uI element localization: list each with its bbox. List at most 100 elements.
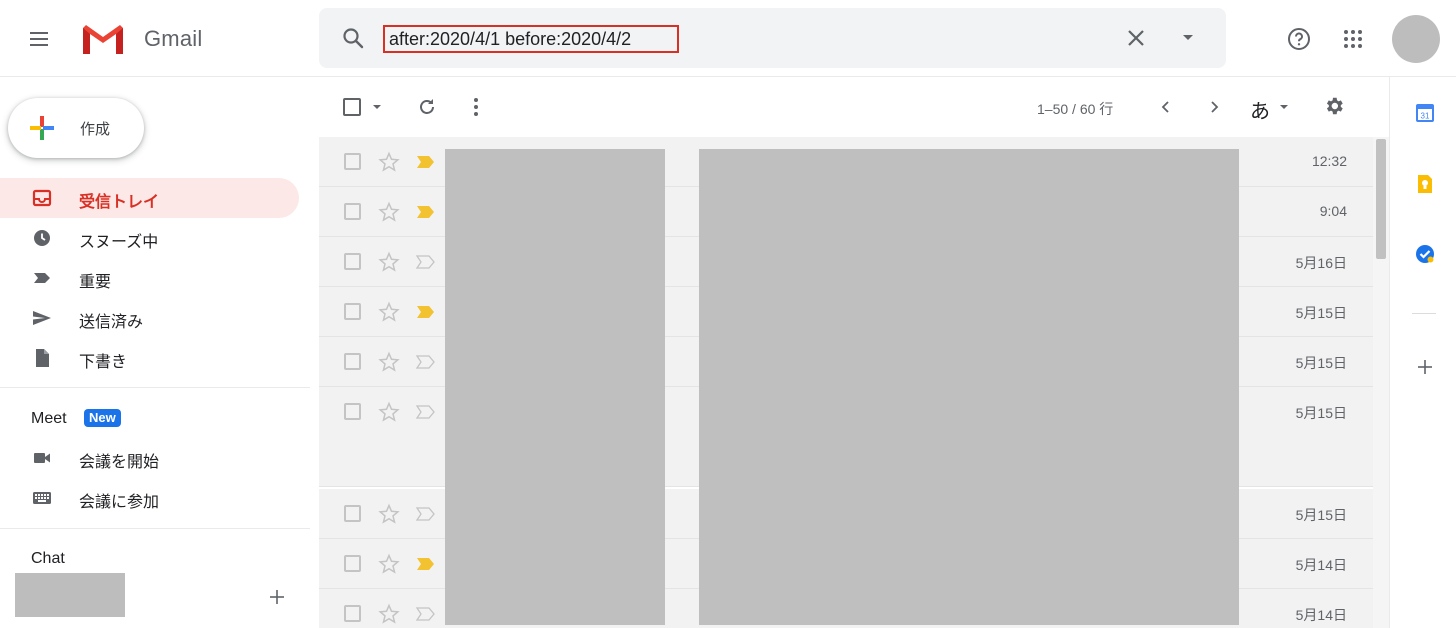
account-avatar[interactable] — [1392, 15, 1440, 63]
tasks-icon[interactable] — [1414, 243, 1436, 265]
email-date: 5月16日 — [1295, 255, 1347, 271]
email-date: 5月15日 — [1295, 507, 1347, 523]
star-icon[interactable] — [378, 503, 400, 525]
sidebar-item-sent[interactable]: 送信済み — [0, 298, 299, 338]
search-icon[interactable] — [341, 26, 365, 50]
email-checkbox[interactable] — [344, 253, 361, 270]
email-date: 5月15日 — [1295, 355, 1347, 371]
send-icon — [32, 308, 52, 328]
chat-user-redacted[interactable] — [15, 573, 125, 617]
add-chat-icon[interactable] — [268, 588, 286, 606]
scrollbar-thumb[interactable] — [1376, 139, 1386, 259]
side-panel: 31 — [1389, 77, 1456, 628]
more-options-icon[interactable] — [466, 96, 486, 118]
compose-plus-icon — [30, 116, 54, 140]
email-checkbox[interactable] — [344, 555, 361, 572]
star-icon[interactable] — [378, 151, 400, 173]
star-icon[interactable] — [378, 301, 400, 323]
important-marker-icon[interactable] — [415, 254, 437, 270]
sidebar-item-snoozed[interactable]: スヌーズ中 — [0, 218, 299, 258]
search-input[interactable] — [389, 28, 677, 50]
star-icon[interactable] — [378, 351, 400, 373]
important-icon — [32, 268, 52, 288]
search-query-box[interactable] — [383, 25, 679, 53]
sidebar-item-label: 受信トレイ — [79, 194, 160, 211]
email-list-scrollbar[interactable] — [1373, 137, 1389, 628]
input-tools-button[interactable]: あ — [1250, 95, 1270, 124]
gmail-logo[interactable]: Gmail — [80, 22, 202, 56]
compose-label: 作成 — [80, 121, 111, 138]
pagination-count: 1–50 / 60 行 — [1037, 101, 1114, 117]
calendar-day-number: 31 — [1421, 112, 1430, 121]
apps-grid-icon[interactable] — [1343, 29, 1363, 49]
important-marker-icon[interactable] — [415, 204, 437, 220]
important-marker-icon[interactable] — [415, 354, 437, 370]
important-marker-icon[interactable] — [415, 556, 437, 572]
sidebar-item-drafts[interactable]: 下書き — [0, 338, 299, 378]
email-date: 5月14日 — [1295, 557, 1347, 573]
top-bar: Gmail — [0, 0, 1456, 77]
search-options-dropdown-icon[interactable] — [1183, 35, 1193, 40]
keyboard-icon — [32, 488, 52, 508]
meet-section-title: Meet — [31, 410, 67, 427]
meet-item-label: 会議を開始 — [79, 454, 160, 471]
meet-join-meeting[interactable]: 会議に参加 — [0, 478, 299, 518]
app-name: Gmail — [144, 26, 203, 51]
select-dropdown-icon[interactable] — [373, 105, 381, 109]
draft-icon — [32, 348, 52, 368]
settings-gear-icon[interactable] — [1323, 95, 1345, 117]
clear-search-icon[interactable] — [1125, 27, 1147, 49]
search-bar[interactable] — [319, 8, 1226, 68]
help-icon[interactable] — [1287, 27, 1311, 51]
calendar-icon[interactable]: 31 — [1414, 102, 1436, 124]
email-checkbox[interactable] — [344, 605, 361, 622]
star-icon[interactable] — [378, 251, 400, 273]
email-date: 9:04 — [1319, 203, 1347, 219]
star-icon[interactable] — [378, 201, 400, 223]
main-menu-button[interactable] — [26, 23, 58, 55]
email-date: 12:32 — [1311, 153, 1347, 169]
new-badge: New — [84, 409, 121, 427]
input-tools-dropdown-icon[interactable] — [1280, 105, 1288, 109]
meet-item-label: 会議に参加 — [79, 494, 160, 511]
next-page-icon[interactable] — [1204, 96, 1224, 118]
important-marker-icon[interactable] — [415, 304, 437, 320]
star-icon[interactable] — [378, 401, 400, 423]
email-date: 5月15日 — [1295, 305, 1347, 321]
video-icon — [32, 448, 52, 468]
refresh-icon[interactable] — [416, 96, 438, 118]
email-checkbox[interactable] — [344, 153, 361, 170]
email-date: 5月14日 — [1295, 607, 1347, 623]
email-checkbox[interactable] — [344, 505, 361, 522]
inbox-icon — [32, 188, 52, 208]
sidebar-item-label: 送信済み — [79, 314, 144, 331]
email-checkbox[interactable] — [344, 303, 361, 320]
star-icon[interactable] — [378, 553, 400, 575]
sidebar-item-label: スヌーズ中 — [79, 234, 159, 251]
select-all-checkbox[interactable] — [343, 98, 361, 116]
important-marker-icon[interactable] — [415, 506, 437, 522]
important-marker-icon[interactable] — [415, 404, 437, 420]
sidebar-divider — [0, 528, 310, 529]
side-panel-divider — [1412, 313, 1436, 314]
add-icon[interactable] — [1414, 356, 1436, 378]
sidebar-item-inbox[interactable]: 受信トレイ — [0, 178, 299, 218]
compose-button[interactable]: 作成 — [8, 98, 144, 158]
keep-icon[interactable] — [1414, 173, 1436, 195]
sidebar-item-label: 下書き — [79, 354, 128, 371]
sidebar-divider — [0, 387, 310, 388]
gmail-logo-icon — [83, 25, 123, 54]
sidebar-item-important[interactable]: 重要 — [0, 258, 299, 298]
important-marker-icon[interactable] — [415, 606, 437, 622]
email-checkbox[interactable] — [344, 203, 361, 220]
important-marker-icon[interactable] — [415, 154, 437, 170]
meet-start-meeting[interactable]: 会議を開始 — [0, 438, 299, 478]
email-date: 5月15日 — [1295, 405, 1347, 421]
sidebar-item-label: 重要 — [79, 274, 112, 291]
previous-page-icon[interactable] — [1156, 96, 1176, 118]
clock-icon — [32, 228, 52, 248]
email-checkbox[interactable] — [344, 353, 361, 370]
redacted-subject-column — [699, 149, 1239, 625]
email-checkbox[interactable] — [344, 403, 361, 420]
star-icon[interactable] — [378, 603, 400, 625]
